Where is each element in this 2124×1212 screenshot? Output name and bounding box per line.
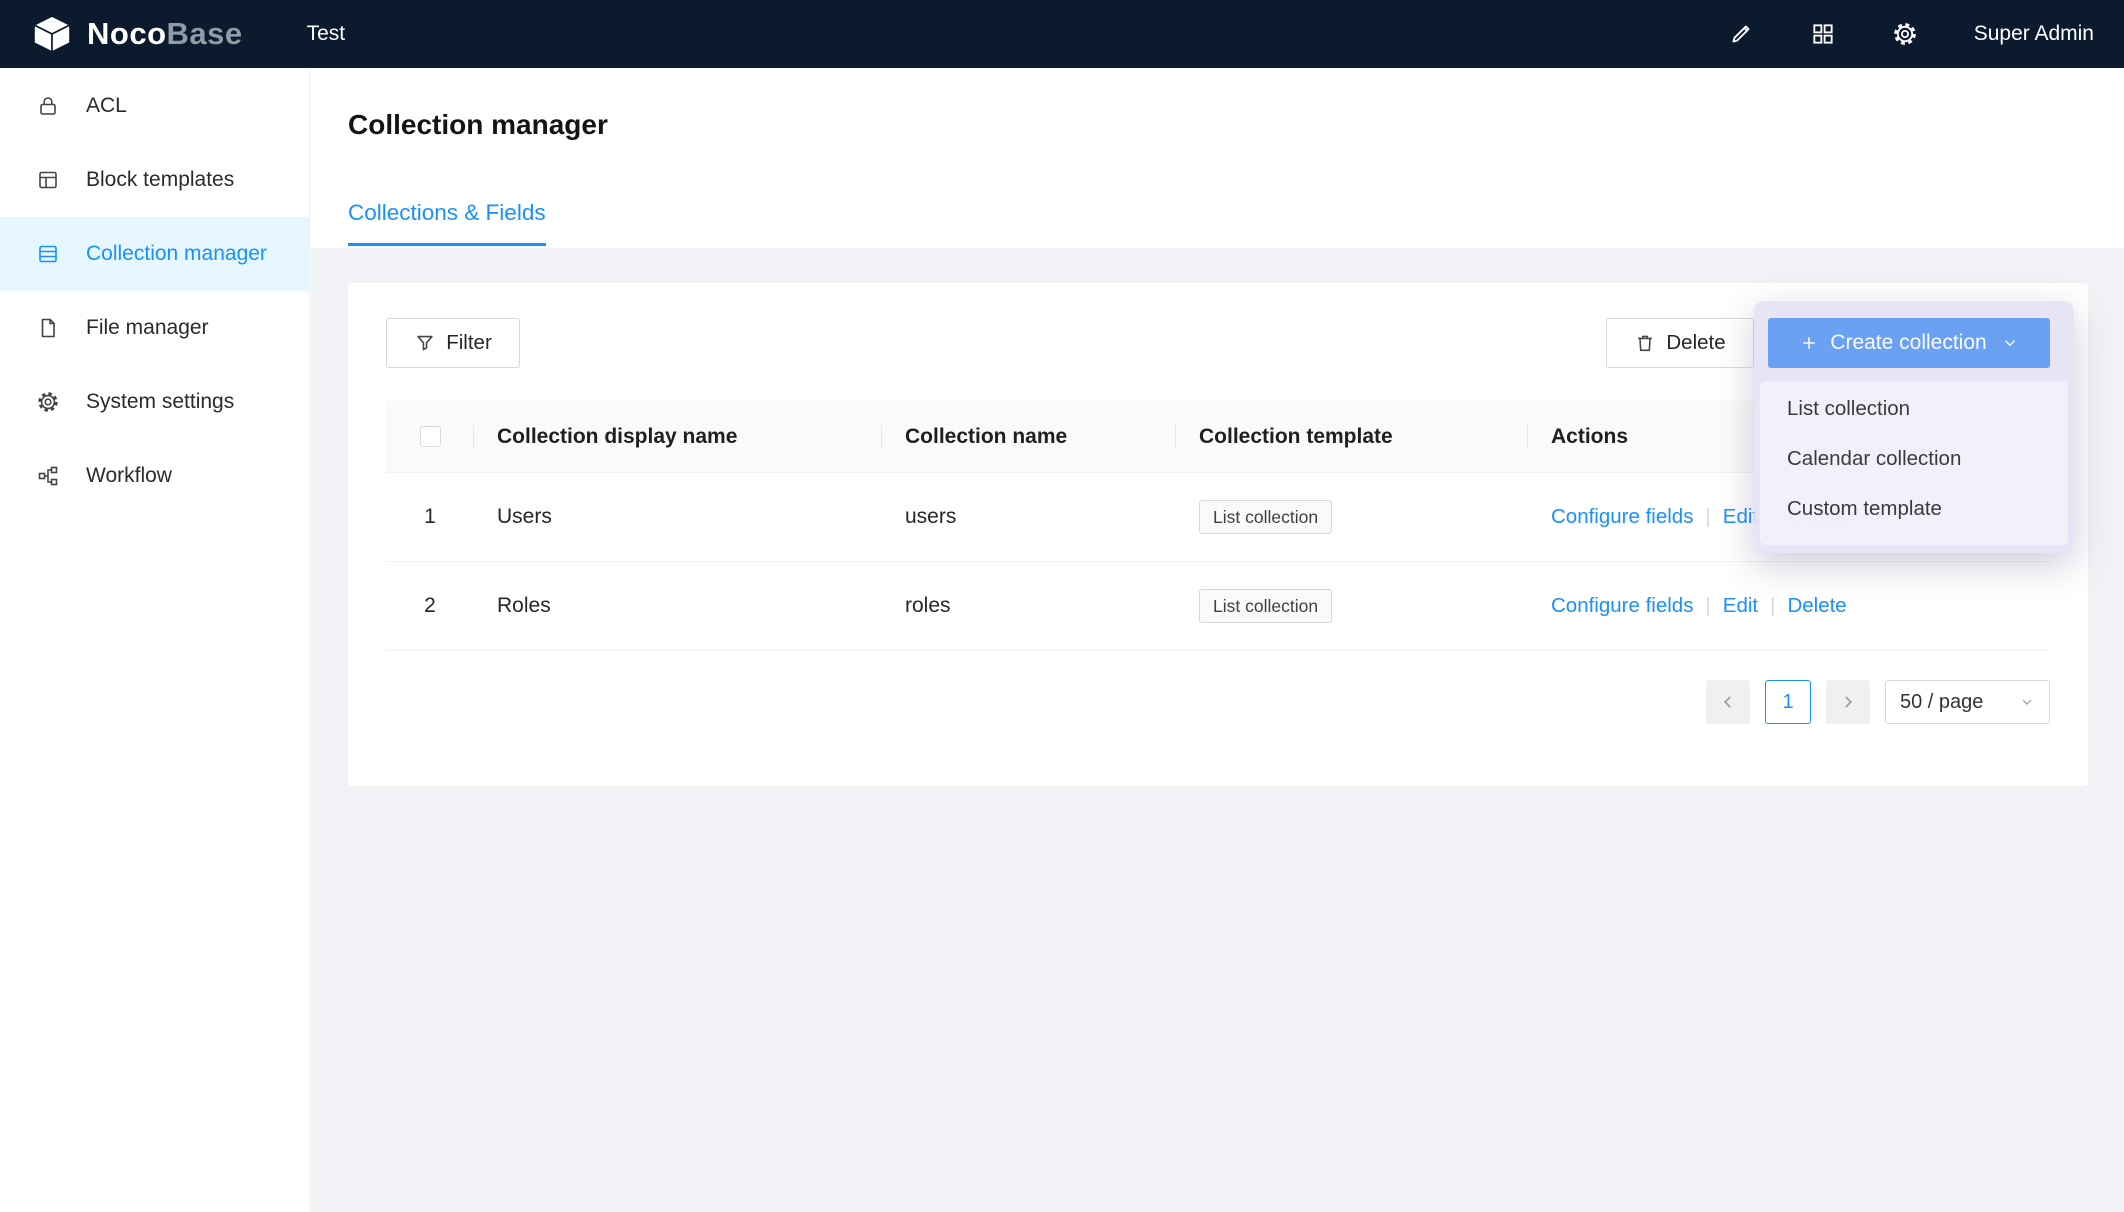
cell-collection-name: users — [882, 505, 1176, 529]
sidebar-item-label: Workflow — [86, 464, 172, 488]
cell-collection-name: roles — [882, 594, 1176, 618]
delete-button[interactable]: Delete — [1606, 318, 1754, 368]
filter-icon — [414, 332, 436, 354]
nocobase-logo[interactable]: NocoBase — [30, 14, 243, 54]
plugins-icon[interactable] — [1810, 21, 1836, 47]
page-size-value: 50 / page — [1900, 691, 1983, 714]
sidebar-item-label: Collection manager — [86, 242, 267, 266]
sidebar-item-label: ACL — [86, 94, 127, 118]
pagination: 1 50 / page — [1706, 680, 2050, 724]
menu-item-custom-template[interactable]: Custom template — [1760, 484, 2068, 534]
top-navbar: NocoBase Test — [0, 0, 2124, 68]
sidebar: ACL Block templates Collection manager — [0, 68, 310, 1212]
column-header-display-name: Collection display name — [474, 425, 882, 449]
filter-button-label: Filter — [446, 331, 492, 355]
configure-fields-link[interactable]: Configure fields — [1551, 505, 1693, 528]
sidebar-item-label: Block templates — [86, 168, 234, 192]
cell-template: List collection — [1176, 589, 1528, 623]
tabs-bar: Collections & Fields — [348, 199, 546, 246]
column-header-template: Collection template — [1176, 425, 1528, 449]
tab-collections-fields[interactable]: Collections & Fields — [348, 199, 546, 246]
chevron-left-icon — [1718, 692, 1738, 712]
template-tag: List collection — [1199, 589, 1332, 623]
prev-page-button[interactable] — [1706, 680, 1750, 724]
sidebar-item-system-settings[interactable]: System settings — [0, 365, 309, 439]
trash-icon — [1634, 332, 1656, 354]
sidebar-item-acl[interactable]: ACL — [0, 69, 309, 143]
nocobase-cube-icon — [30, 14, 74, 54]
row-index: 2 — [386, 594, 474, 618]
page-number-button[interactable]: 1 — [1765, 680, 1811, 724]
chevron-down-icon — [2019, 694, 2035, 710]
chevron-right-icon — [1838, 692, 1858, 712]
table-icon — [36, 242, 60, 266]
page-title: Collection manager — [348, 108, 608, 142]
cell-display-name: Roles — [474, 594, 882, 618]
select-all-checkbox[interactable] — [420, 426, 441, 447]
create-collection-popover: Create collection List collection Calend… — [1754, 301, 2074, 553]
cell-display-name: Users — [474, 505, 882, 529]
create-collection-label: Create collection — [1830, 331, 1986, 355]
sidebar-item-workflow[interactable]: Workflow — [0, 439, 309, 513]
select-all-cell — [386, 425, 474, 449]
filter-button[interactable]: Filter — [386, 318, 520, 368]
column-header-name: Collection name — [882, 425, 1176, 449]
action-divider — [1705, 505, 1710, 528]
menu-item-list-collection[interactable]: List collection — [1760, 384, 2068, 434]
next-page-button[interactable] — [1826, 680, 1870, 724]
gear-icon — [36, 390, 60, 414]
sidebar-item-file-manager[interactable]: File manager — [0, 291, 309, 365]
main-content: Collection manager Collections & Fields … — [311, 68, 2124, 1212]
top-right-actions: Super Admin — [1728, 21, 2094, 47]
highlight-icon[interactable] — [1728, 21, 1754, 47]
edit-link[interactable]: Edit — [1723, 594, 1758, 617]
brand-name-primary: Noco — [87, 16, 167, 51]
template-tag: List collection — [1199, 500, 1332, 534]
user-menu[interactable]: Super Admin — [1974, 22, 2094, 46]
row-index: 1 — [386, 505, 474, 529]
delete-link[interactable]: Delete — [1787, 594, 1846, 617]
lock-icon — [36, 94, 60, 118]
sidebar-item-label: File manager — [86, 316, 209, 340]
cell-actions: Configure fields Edit Delete — [1528, 594, 2050, 618]
layout-icon — [36, 168, 60, 192]
create-collection-button[interactable]: Create collection — [1768, 318, 2050, 368]
menu-item-calendar-collection[interactable]: Calendar collection — [1760, 434, 2068, 484]
create-collection-menu: List collection Calendar collection Cust… — [1760, 381, 2068, 545]
plus-icon — [1799, 333, 1819, 353]
sidebar-item-label: System settings — [86, 390, 234, 414]
brand-name-secondary: Base — [167, 16, 243, 51]
action-divider — [1705, 594, 1710, 617]
page-size-select[interactable]: 50 / page — [1885, 680, 2050, 724]
file-icon — [36, 316, 60, 340]
settings-icon[interactable] — [1892, 21, 1918, 47]
top-menu-item-test[interactable]: Test — [301, 22, 352, 45]
table-row: 2 Roles roles List collection Configure … — [386, 562, 2050, 651]
brand-name: NocoBase — [87, 16, 243, 52]
configure-fields-link[interactable]: Configure fields — [1551, 594, 1693, 617]
chevron-down-icon — [2001, 334, 2019, 352]
edit-link[interactable]: Edit — [1723, 505, 1758, 528]
action-divider — [1770, 594, 1775, 617]
sidebar-item-block-templates[interactable]: Block templates — [0, 143, 309, 217]
top-menu: Test — [301, 22, 352, 46]
workflow-icon — [36, 464, 60, 488]
cell-template: List collection — [1176, 500, 1528, 534]
delete-button-label: Delete — [1666, 331, 1725, 355]
sidebar-item-collection-manager[interactable]: Collection manager — [0, 217, 309, 291]
